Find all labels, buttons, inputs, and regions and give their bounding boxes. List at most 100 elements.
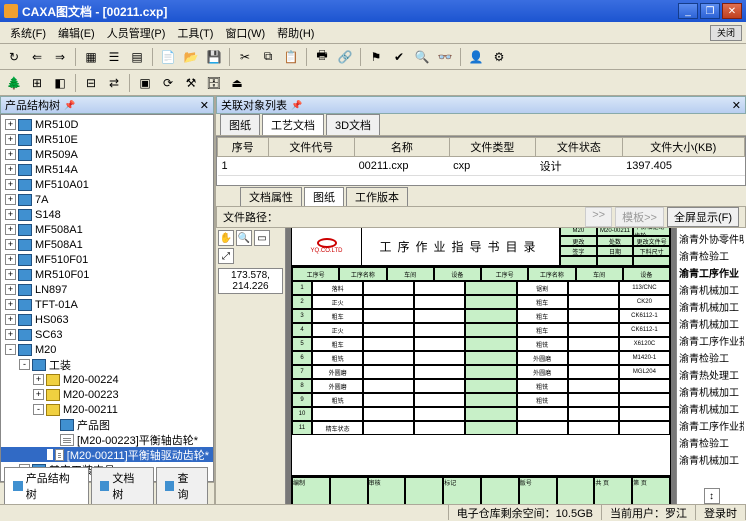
collapse-icon[interactable]: - xyxy=(5,344,16,355)
col-header[interactable]: 名称 xyxy=(355,138,450,157)
tree-node[interactable]: [M20-00211]平衡轴驱动齿轮* xyxy=(1,447,213,462)
opt-icon[interactable]: ⚒ xyxy=(181,73,201,93)
expand-icon[interactable]: ⤢ xyxy=(218,248,234,264)
cell[interactable]: 1397.405 xyxy=(622,157,744,176)
drawing-canvas[interactable]: YQ.CO.LTD 工序作业指导书目录 M20M20-00211平衡轴驱动齿轮更… xyxy=(286,228,676,504)
expand-icon[interactable]: + xyxy=(5,269,16,280)
expand-icon[interactable]: + xyxy=(5,149,16,160)
template-item[interactable]: 渝青机械加工 xyxy=(679,281,744,298)
menu-item[interactable]: 帮助(H) xyxy=(271,23,320,43)
template-item[interactable]: 渝青外协零件明 xyxy=(679,230,744,247)
template-list[interactable]: 渝青外协零件明渝青检验工渝青工序作业渝青机械加工渝青机械加工渝青机械加工渝青工序… xyxy=(676,228,746,504)
cell[interactable]: 1 xyxy=(218,157,269,176)
template-item[interactable]: 渝青检验工 xyxy=(679,247,744,264)
pin-icon[interactable]: 📌 xyxy=(291,100,302,111)
tree-node[interactable]: +M20-00224 xyxy=(1,372,213,387)
product-tree[interactable]: +MR510D+MR510E+MR509A+MR514A+MF510A01+7A… xyxy=(0,114,214,482)
expand-icon[interactable]: + xyxy=(5,329,16,340)
db-icon[interactable]: 🗄 xyxy=(204,73,224,93)
flow-icon[interactable]: ⇄ xyxy=(104,73,124,93)
menu-item[interactable]: 系统(F) xyxy=(4,23,52,43)
cell[interactable]: 00211.cxp xyxy=(355,157,450,176)
expand-icon[interactable]: + xyxy=(5,209,16,220)
template-item[interactable]: 渝青机械加工 xyxy=(679,298,744,315)
menu-item[interactable]: 窗口(W) xyxy=(219,23,271,43)
link-icon[interactable]: 🔗 xyxy=(335,47,355,67)
doc-tab[interactable]: 图纸 xyxy=(304,187,344,206)
tree-node[interactable]: -工装 xyxy=(1,357,213,372)
zoom-icon[interactable]: 🔍 xyxy=(236,230,252,246)
tab[interactable]: 文档树 xyxy=(91,467,154,504)
template-item[interactable]: 渝青机械加工 xyxy=(679,383,744,400)
panel-close-icon[interactable]: ✕ xyxy=(200,99,209,112)
template-item[interactable]: 渝青热处理工 xyxy=(679,366,744,383)
card-icon[interactable]: ▤ xyxy=(127,47,147,67)
expand-icon[interactable]: + xyxy=(5,134,16,145)
nav-back-icon[interactable]: ⇐ xyxy=(27,47,47,67)
expand-icon[interactable]: + xyxy=(5,179,16,190)
template-item[interactable]: 渝青机械加工 xyxy=(679,315,744,332)
tree-node[interactable]: +MF508A1 xyxy=(1,222,213,237)
template-item[interactable]: 渝青检验工 xyxy=(679,349,744,366)
tab[interactable]: 3D文档 xyxy=(326,114,380,135)
expand-icon[interactable]: + xyxy=(5,284,16,295)
part-icon[interactable]: ◧ xyxy=(50,73,70,93)
user-icon[interactable]: 👤 xyxy=(466,47,486,67)
tree-node[interactable]: -M20 xyxy=(1,342,213,357)
nav-fwd-icon[interactable]: ⇒ xyxy=(50,47,70,67)
expand-icon[interactable]: + xyxy=(5,224,16,235)
expand-icon[interactable]: + xyxy=(5,299,16,310)
prev-button[interactable]: >> xyxy=(585,207,612,227)
template-item[interactable]: 渝青工序作业 xyxy=(679,264,744,281)
tree-node[interactable]: 产品图 xyxy=(1,417,213,432)
tree-node[interactable]: +MF510F01 xyxy=(1,252,213,267)
maximize-button[interactable]: ❐ xyxy=(700,3,720,19)
struct-icon[interactable]: ⊞ xyxy=(27,73,47,93)
grid-icon[interactable]: ▦ xyxy=(81,47,101,67)
panel-close-icon[interactable]: ✕ xyxy=(732,99,741,112)
col-header[interactable]: 文件类型 xyxy=(449,138,535,157)
search-icon[interactable]: 🔍 xyxy=(412,47,432,67)
save-icon[interactable]: 💾 xyxy=(204,47,224,67)
col-header[interactable]: 文件大小(KB) xyxy=(622,138,744,157)
expand-icon[interactable]: + xyxy=(33,374,44,385)
tab[interactable]: 查询 xyxy=(156,467,208,504)
expand-icon[interactable]: + xyxy=(5,254,16,265)
tree-node[interactable]: +MR510D xyxy=(1,117,213,132)
tree-node[interactable]: [M20-00223]平衡轴齿轮* xyxy=(1,432,213,447)
tree-node[interactable]: +MF510A01 xyxy=(1,177,213,192)
fullscreen-button[interactable]: 全屏显示(F) xyxy=(667,207,739,227)
tree-node[interactable]: +MF508A1 xyxy=(1,237,213,252)
col-header[interactable]: 文件状态 xyxy=(536,138,622,157)
tree-icon[interactable]: 🌲 xyxy=(4,73,24,93)
doc-close-button[interactable]: 关闭 xyxy=(710,25,742,41)
expand-icon[interactable]: + xyxy=(5,194,16,205)
template-item[interactable]: 渝青检验工 xyxy=(679,434,744,451)
template-item[interactable]: 渝青机械加工 xyxy=(679,400,744,417)
menu-item[interactable]: 人员管理(P) xyxy=(101,23,172,43)
tool-icon[interactable]: ⚙ xyxy=(489,47,509,67)
refresh-icon[interactable]: ↻ xyxy=(4,47,24,67)
binoc-icon[interactable]: 👓 xyxy=(435,47,455,67)
menu-item[interactable]: 工具(T) xyxy=(171,23,219,43)
cell[interactable] xyxy=(268,157,354,176)
list-icon[interactable]: ☰ xyxy=(104,47,124,67)
flag-icon[interactable]: ⚑ xyxy=(366,47,386,67)
template-item[interactable]: 渝青工序作业指 xyxy=(679,332,744,349)
expand-icon[interactable]: + xyxy=(5,119,16,130)
assy-icon[interactable]: ⊟ xyxy=(81,73,101,93)
col-header[interactable]: 文件代号 xyxy=(268,138,354,157)
tree-node[interactable]: +TFT-01A xyxy=(1,297,213,312)
template-item[interactable]: 渝青工序作业指 xyxy=(679,417,744,434)
pan-icon[interactable]: ✋ xyxy=(218,230,234,246)
col-header[interactable]: 序号 xyxy=(218,138,269,157)
tree-node[interactable]: +MR510E xyxy=(1,132,213,147)
close-button[interactable]: ✕ xyxy=(722,3,742,19)
rev-icon[interactable]: ⟳ xyxy=(158,73,178,93)
check-icon[interactable]: ✔ xyxy=(389,47,409,67)
tree-node[interactable]: +7A xyxy=(1,192,213,207)
collapse-icon[interactable]: - xyxy=(33,404,44,415)
tab[interactable]: 产品结构树 xyxy=(4,467,89,504)
template-button[interactable]: 模板>> xyxy=(615,207,664,227)
tree-node[interactable]: -M20-00211 xyxy=(1,402,213,417)
